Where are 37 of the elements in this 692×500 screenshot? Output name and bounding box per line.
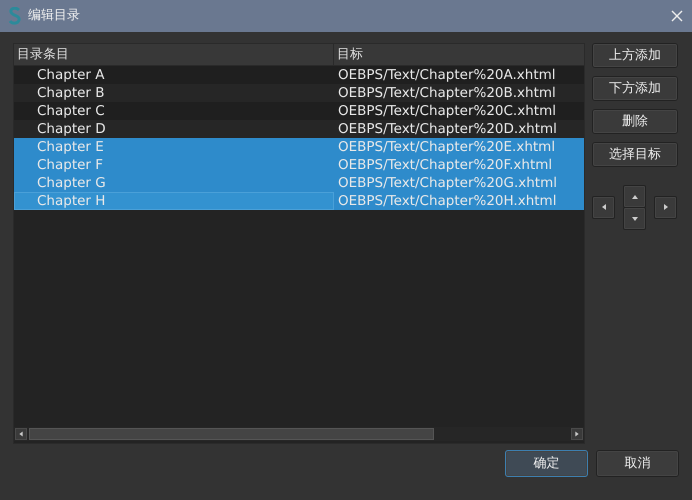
table-cell-text: OEBPS/Text/Chapter%20D.xhtml xyxy=(337,120,557,138)
column-header[interactable]: 目标 xyxy=(334,44,366,65)
scroll-right-icon[interactable] xyxy=(571,428,583,440)
dialog-button[interactable]: 确定 xyxy=(505,450,588,477)
window-title: 编辑目录 xyxy=(28,7,80,26)
table-cell-text: Chapter B xyxy=(36,84,106,102)
table-cell-text: OEBPS/Text/Chapter%20F.xhtml xyxy=(337,156,552,174)
table-cell-text: Chapter C xyxy=(36,102,106,120)
dialog-button[interactable]: 取消 xyxy=(596,450,679,477)
table-cell-text: Chapter D xyxy=(36,120,107,138)
app-logo-icon xyxy=(8,7,22,25)
scroll-thumb[interactable] xyxy=(29,428,434,440)
close-icon[interactable] xyxy=(670,9,684,23)
table-cell-text: OEBPS/Text/Chapter%20A.xhtml xyxy=(337,66,556,84)
table-cell-text: Chapter A xyxy=(36,66,106,84)
side-button[interactable]: 选择目标 xyxy=(592,142,678,167)
table-cell-text: OEBPS/Text/Chapter%20H.xhtml xyxy=(337,192,556,210)
move-right-button[interactable] xyxy=(654,196,677,218)
table-cell-text: OEBPS/Text/Chapter%20B.xhtml xyxy=(337,84,556,102)
move-down-button[interactable] xyxy=(623,207,646,230)
table-cell-text: OEBPS/Text/Chapter%20E.xhtml xyxy=(337,138,556,156)
table-cell-text: OEBPS/Text/Chapter%20C.xhtml xyxy=(337,102,556,120)
column-header[interactable]: 目录条目 xyxy=(14,44,334,65)
table-cell-text: Chapter G xyxy=(36,174,107,192)
side-button[interactable]: 上方添加 xyxy=(592,43,678,68)
move-up-button[interactable] xyxy=(623,185,646,208)
table-row[interactable]: Chapter A OEBPS/Text/Chapter%20A.xhtml xyxy=(14,66,584,84)
side-button[interactable]: 删除 xyxy=(592,109,678,134)
move-left-button[interactable] xyxy=(592,196,615,218)
table-cell-text: Chapter E xyxy=(36,138,105,156)
horizontal-scrollbar[interactable] xyxy=(14,427,584,441)
table-cell: Chapter H xyxy=(14,192,334,210)
table-cell-text: OEBPS/Text/Chapter%20G.xhtml xyxy=(337,174,557,192)
side-button[interactable]: 下方添加 xyxy=(592,76,678,101)
scroll-left-icon[interactable] xyxy=(15,428,27,440)
table-row[interactable]: Chapter C OEBPS/Text/Chapter%20C.xhtml xyxy=(14,102,584,120)
table-cell-text: Chapter F xyxy=(36,156,104,174)
